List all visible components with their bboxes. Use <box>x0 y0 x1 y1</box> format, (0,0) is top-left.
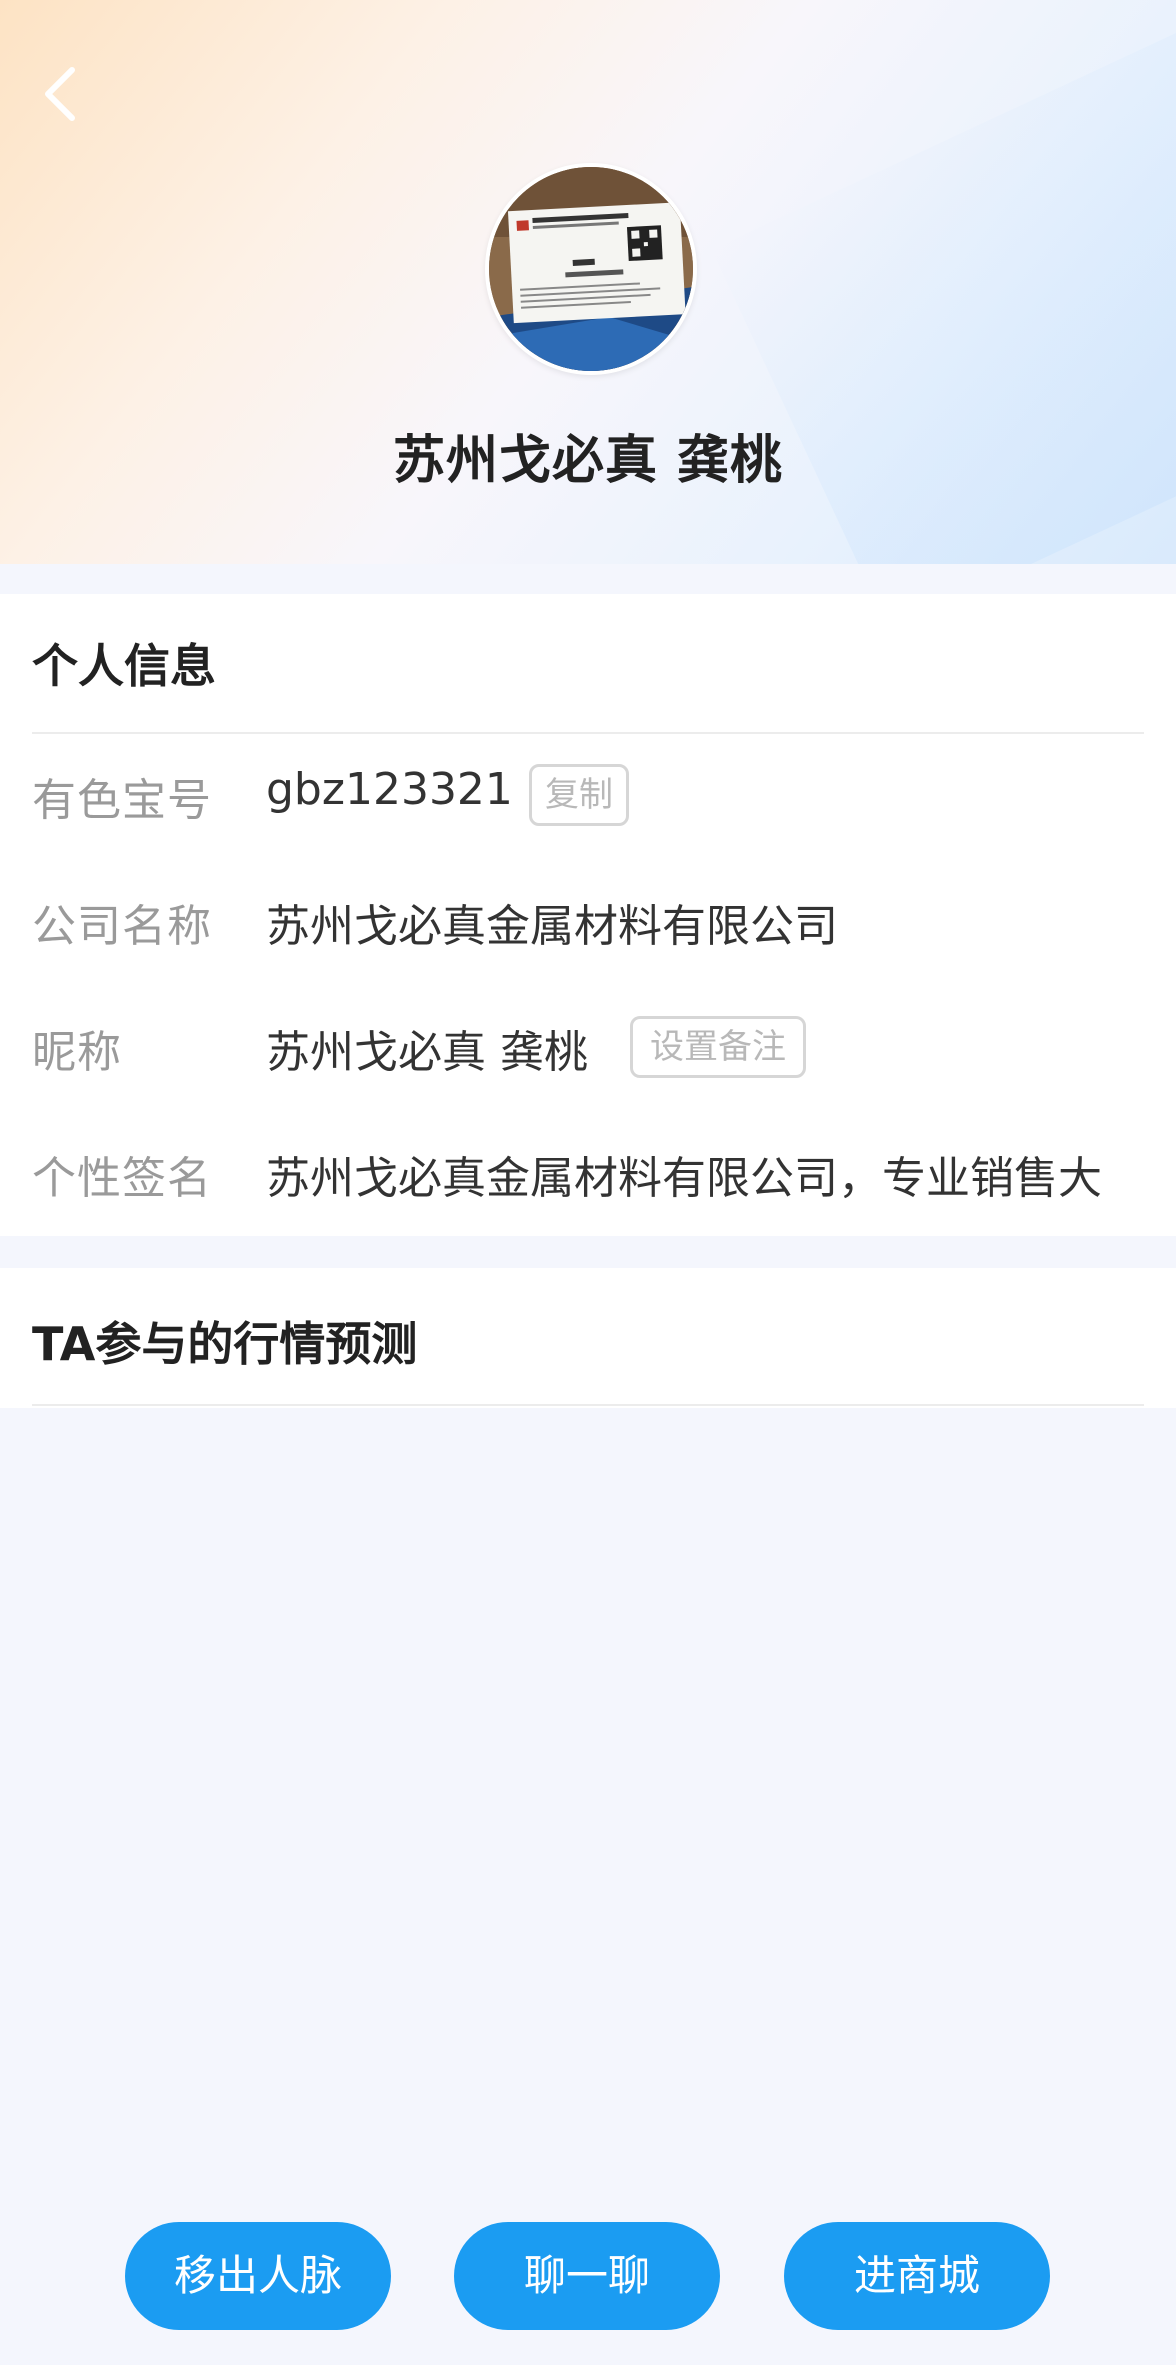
remove-contact-button[interactable]: 移出人脉 <box>125 2222 391 2330</box>
avatar[interactable] <box>485 163 697 375</box>
back-arrow-icon <box>45 67 75 121</box>
market-forecast-title: TA参与的行情预测 <box>32 1317 418 1371</box>
divider <box>32 732 1144 734</box>
value-nickname: 苏州戈必真 龚桃 <box>266 1027 588 1078</box>
label-signature: 个性签名 <box>32 1153 212 1204</box>
business-card-photo <box>489 167 693 371</box>
set-remark-button[interactable]: 设置备注 <box>630 1016 806 1078</box>
market-forecast-card: TA参与的行情预测 <box>0 1268 1176 1408</box>
label-ysb-id: 有色宝号 <box>32 775 212 826</box>
label-company-name: 公司名称 <box>32 901 212 952</box>
label-nickname: 昵称 <box>32 1027 122 1078</box>
personal-info-card: 个人信息 有色宝号 gbz123321 复制 公司名称 苏州戈必真金属材料有限公… <box>0 594 1176 1236</box>
value-ysb-id: gbz123321 <box>266 764 513 815</box>
profile-name: 苏州戈必真 龚桃 <box>392 431 784 491</box>
copy-button[interactable]: 复制 <box>529 764 629 826</box>
profile-header: 苏州戈必真 龚桃 <box>0 0 1176 564</box>
chat-button[interactable]: 聊一聊 <box>454 2222 720 2330</box>
divider <box>32 1404 1144 1406</box>
value-signature: 苏州戈必真金属材料有限公司，专业销售大 <box>266 1153 1102 1204</box>
personal-info-title: 个人信息 <box>32 639 216 693</box>
value-company-name: 苏州戈必真金属材料有限公司 <box>266 901 838 952</box>
back-button[interactable] <box>38 62 86 126</box>
enter-mall-button[interactable]: 进商城 <box>784 2222 1050 2330</box>
